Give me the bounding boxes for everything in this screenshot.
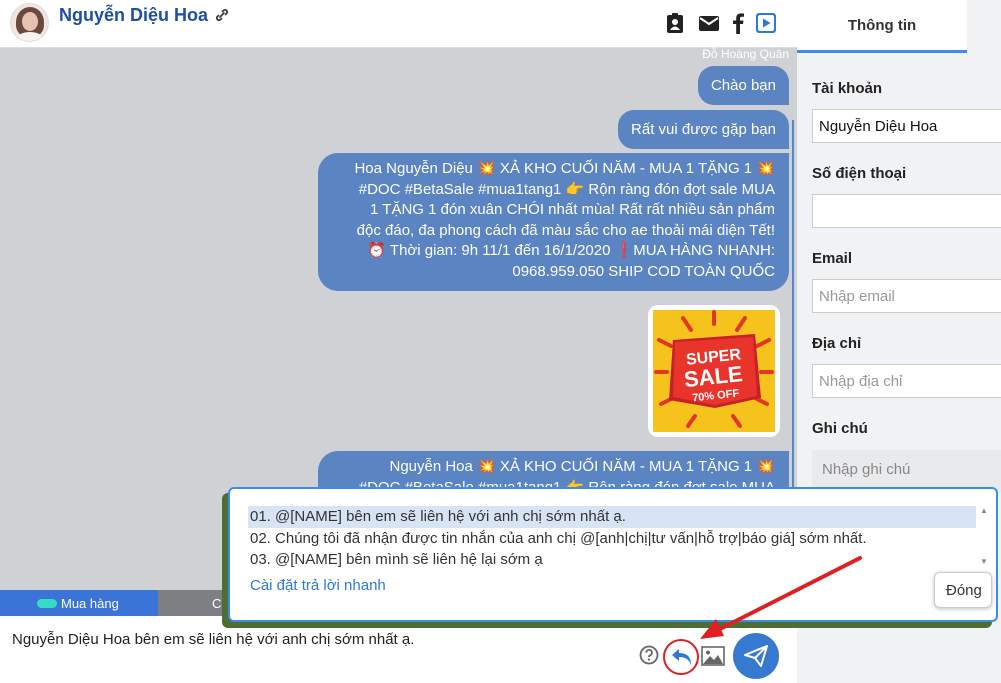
image-icon[interactable] xyxy=(701,645,725,667)
facebook-icon[interactable] xyxy=(727,12,749,34)
phone-label: Số điện thoại xyxy=(812,165,907,182)
notes-field[interactable]: Nhập ghi chú xyxy=(812,450,1001,492)
quick-reply-popup: 01. @[NAME] bên em sẽ liên hệ với anh ch… xyxy=(228,487,998,622)
email-field[interactable]: Nhập email xyxy=(812,279,1001,313)
sale-image-message[interactable]: SUPER SALE 70% OFF xyxy=(648,305,780,437)
contact-name[interactable]: Nguyễn Diệu Hoa xyxy=(59,5,208,26)
message-line: 0968.959.050 SHIP COD TOÀN QUỐC xyxy=(512,262,775,280)
address-label: Địa chỉ xyxy=(812,335,862,352)
message-bubble[interactable]: Chào bạn xyxy=(697,66,789,105)
quick-reply-settings-link[interactable]: Cài đặt trả lời nhanh xyxy=(250,577,386,594)
help-icon[interactable] xyxy=(639,645,659,665)
chat-header: Nguyễn Diệu Hoa xyxy=(0,0,797,48)
message-bubble[interactable]: Hoa Nguyễn Diệu 💥 XẢ KHO CUỐI NĂM - MUA … xyxy=(318,153,789,291)
quick-reply-item[interactable]: 03. @[NAME] bên mình sẽ liên hệ lại sớm … xyxy=(250,551,543,568)
quick-reply-icon[interactable] xyxy=(663,639,699,675)
email-label: Email xyxy=(812,250,853,267)
message-line: ⏰ Thời gian: 9h 11/1 đến 16/1/2020 ❗MUA … xyxy=(367,242,775,259)
tag-dot-icon xyxy=(37,599,57,608)
notes-label: Ghi chú xyxy=(812,420,868,437)
message-line: Nguyễn Hoa 💥 XẢ KHO CUỐI NĂM - MUA 1 TẶN… xyxy=(389,458,775,475)
account-label: Tài khoản xyxy=(812,80,883,97)
quick-reply-item[interactable]: 02. Chúng tôi đã nhận được tin nhắn của … xyxy=(250,530,867,547)
tab-mua-hang[interactable]: Mua hàng xyxy=(0,590,158,616)
avatar[interactable] xyxy=(10,3,49,42)
scroll-down-icon[interactable]: ▼ xyxy=(980,557,988,566)
message-line: Hoa Nguyễn Diệu 💥 XẢ KHO CUỐI NĂM - MUA … xyxy=(354,160,775,177)
message-line: độc đáo, đa phong cách đã màu sắc cho ae… xyxy=(356,221,775,239)
composer-input[interactable]: Nguyễn Diệu Hoa bên em sẽ liên hệ với an… xyxy=(12,631,414,648)
tab-label: Mua hàng xyxy=(61,596,119,611)
send-button[interactable] xyxy=(733,633,779,679)
message-line: 1 TẶNG 1 đón xuân CHÓI nhất mùa! Rất rất… xyxy=(370,201,775,218)
tab-thong-tin[interactable]: Thông tin xyxy=(797,0,967,53)
address-field[interactable]: Nhập địa chỉ xyxy=(812,364,1001,398)
phone-field[interactable] xyxy=(812,194,1001,228)
contact-card-icon[interactable] xyxy=(664,12,686,34)
message-line: #DOC #BetaSale #mua1tang1 👉 Rộn ràng đón… xyxy=(358,180,775,198)
quick-reply-item[interactable]: 01. @[NAME] bên em sẽ liên hệ với anh ch… xyxy=(248,506,976,528)
tab-second[interactable]: C xyxy=(212,596,221,611)
scroll-up-icon[interactable]: ▲ xyxy=(980,506,988,515)
mail-icon[interactable] xyxy=(698,12,720,34)
close-button[interactable]: Đóng xyxy=(934,572,992,608)
video-icon[interactable] xyxy=(755,12,777,34)
message-composer[interactable]: Nguyễn Diệu Hoa bên em sẽ liên hệ với an… xyxy=(0,616,797,683)
link-icon[interactable] xyxy=(215,8,229,22)
account-field[interactable]: Nguyễn Diệu Hoa xyxy=(812,109,1001,143)
message-bubble[interactable]: Rất vui được gặp bạn xyxy=(618,110,789,149)
sender-name: Đỗ Hoàng Quân xyxy=(702,47,789,61)
